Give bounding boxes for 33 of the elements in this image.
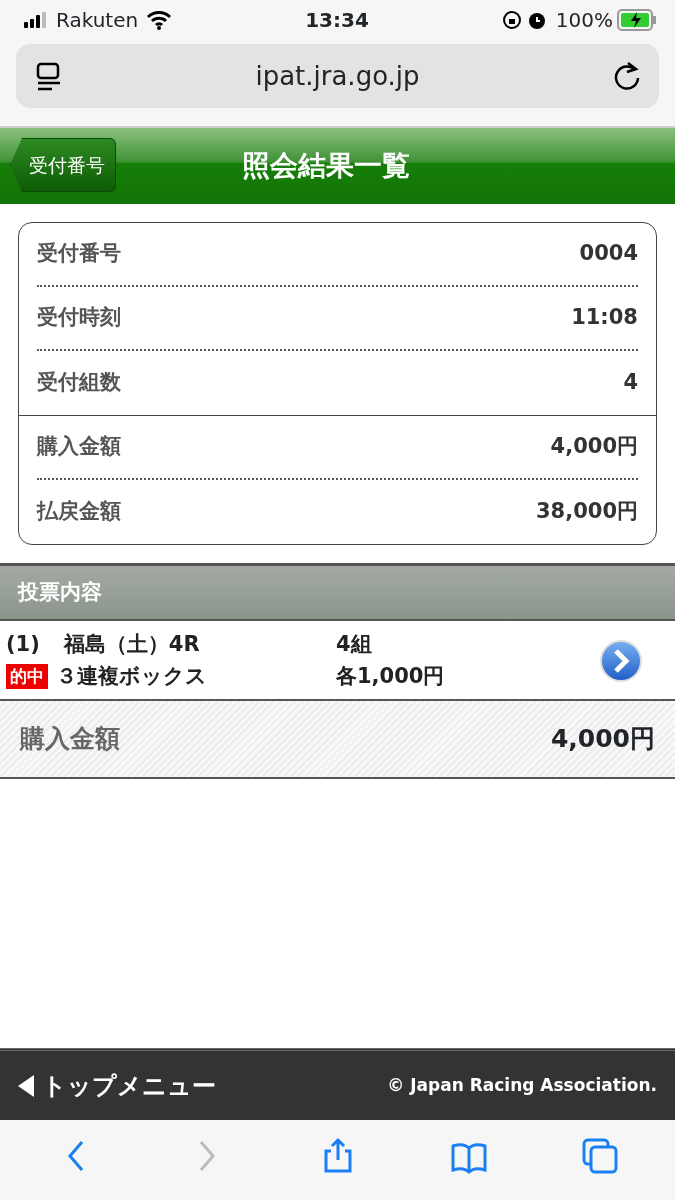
back-button[interactable]: 受付番号 bbox=[10, 138, 116, 192]
triangle-left-icon bbox=[18, 1074, 34, 1097]
total-label: 購入金額 bbox=[20, 723, 120, 756]
bet-amount: 各1,000円 bbox=[336, 662, 446, 690]
copyright: © Japan Racing Association. bbox=[387, 1073, 657, 1097]
battery-icon bbox=[617, 9, 657, 31]
field-value: 4,000円 bbox=[550, 433, 638, 461]
field-value: 4 bbox=[623, 369, 638, 397]
wifi-icon bbox=[146, 10, 173, 30]
field-label: 購入金額 bbox=[37, 433, 121, 461]
page-title: 照会結果一覧 bbox=[242, 148, 410, 184]
field-label: 受付番号 bbox=[37, 240, 121, 268]
signal-icon bbox=[24, 12, 48, 28]
section-header: 投票内容 bbox=[0, 563, 675, 621]
combination-count: 4組 bbox=[336, 631, 373, 658]
status-time: 13:34 bbox=[305, 7, 369, 34]
chevron-icon bbox=[599, 638, 643, 683]
rotation-lock-icon bbox=[501, 10, 522, 30]
carrier-name: Rakuten bbox=[56, 7, 139, 34]
top-menu-link[interactable]: トップメニュー bbox=[18, 1067, 216, 1104]
address-bar[interactable]: ipat.jra.go.jp bbox=[16, 44, 659, 108]
field-label: 払戻金額 bbox=[37, 498, 121, 526]
field-value: 38,000円 bbox=[535, 498, 638, 526]
bet-type: ３連複ボックス bbox=[56, 662, 207, 690]
field-value: 0004 bbox=[579, 240, 638, 268]
race-name: 福島（土）4R bbox=[63, 631, 200, 658]
battery-percent: 100% bbox=[555, 7, 613, 34]
field-value: 11:08 bbox=[571, 304, 638, 332]
hit-badge: 的中 bbox=[6, 663, 48, 689]
bet-index: (1) bbox=[6, 631, 40, 658]
field-label: 受付時刻 bbox=[37, 304, 121, 332]
total-value: 4,000円 bbox=[550, 723, 655, 756]
field-label: 受付組数 bbox=[37, 369, 121, 397]
